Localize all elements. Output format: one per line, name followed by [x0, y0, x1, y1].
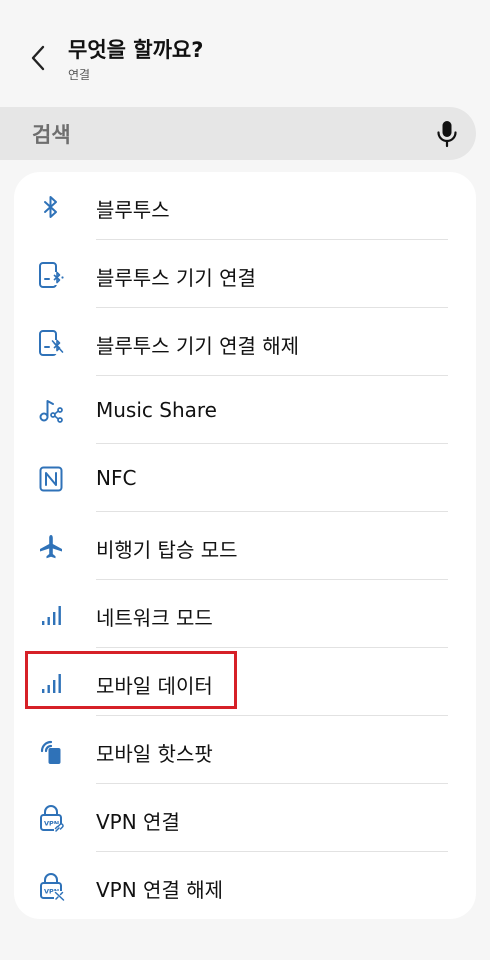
list-item-label: VPN 연결	[96, 810, 180, 834]
list-item-bluetooth-device-connect[interactable]: 블루투스 기기 연결	[14, 240, 476, 308]
search-placeholder: 검색	[32, 122, 71, 147]
back-button[interactable]	[22, 38, 54, 78]
list-item-vpn-disconnect[interactable]: VPN VPN 연결 해제	[14, 852, 476, 920]
chevron-left-icon	[31, 45, 45, 71]
list-item-vpn-connect[interactable]: VPN VPN 연결	[14, 784, 476, 852]
list-item-label: VPN 연결 해제	[96, 878, 224, 902]
vpn-connect-icon: VPN	[36, 804, 66, 834]
list-item-mobile-hotspot[interactable]: 모바일 핫스팟	[14, 716, 476, 784]
list-item-label: 모바일 데이터	[96, 674, 213, 698]
list-item-nfc[interactable]: NFC	[14, 444, 476, 512]
music-share-icon	[36, 396, 66, 426]
list-item-network-mode[interactable]: 네트워크 모드	[14, 580, 476, 648]
list-item-airplane-mode[interactable]: 비행기 탑승 모드	[14, 512, 476, 580]
signal-bars-icon	[36, 668, 66, 698]
list-item-label: 비행기 탑승 모드	[96, 538, 238, 562]
list-item-music-share[interactable]: Music Share	[14, 376, 476, 444]
microphone-icon	[437, 121, 457, 148]
page-title: 무엇을 할까요?	[68, 38, 204, 62]
results-list: 블루투스 블루투스 기기 연결 블루투스 기기 연결 해제 Music Shar…	[14, 172, 476, 919]
list-item-bluetooth-device-disconnect[interactable]: 블루투스 기기 연결 해제	[14, 308, 476, 376]
hotspot-icon	[36, 736, 66, 766]
list-item-label: 블루투스 기기 연결	[96, 266, 256, 290]
bluetooth-device-connect-icon	[36, 260, 66, 290]
list-item-label: 블루투스	[96, 198, 170, 222]
list-item-label: 블루투스 기기 연결 해제	[96, 334, 300, 358]
signal-bars-icon	[36, 600, 66, 630]
search-bar[interactable]: 검색	[0, 107, 476, 160]
voice-search-button[interactable]	[432, 119, 462, 149]
bluetooth-device-disconnect-icon	[36, 328, 66, 358]
bluetooth-icon	[36, 192, 66, 222]
nfc-icon	[36, 464, 66, 494]
list-item-label: 네트워크 모드	[96, 606, 213, 630]
list-item-mobile-data[interactable]: 모바일 데이터	[14, 648, 476, 716]
header: 무엇을 할까요? 연결	[0, 0, 490, 100]
vpn-disconnect-icon: VPN	[36, 872, 66, 902]
list-item-label: NFC	[96, 466, 137, 490]
list-item-label: 모바일 핫스팟	[96, 742, 213, 766]
page-subtitle: 연결	[68, 68, 91, 82]
airplane-icon	[36, 532, 66, 562]
list-item-bluetooth[interactable]: 블루투스	[14, 172, 476, 240]
list-item-label: Music Share	[96, 398, 217, 422]
